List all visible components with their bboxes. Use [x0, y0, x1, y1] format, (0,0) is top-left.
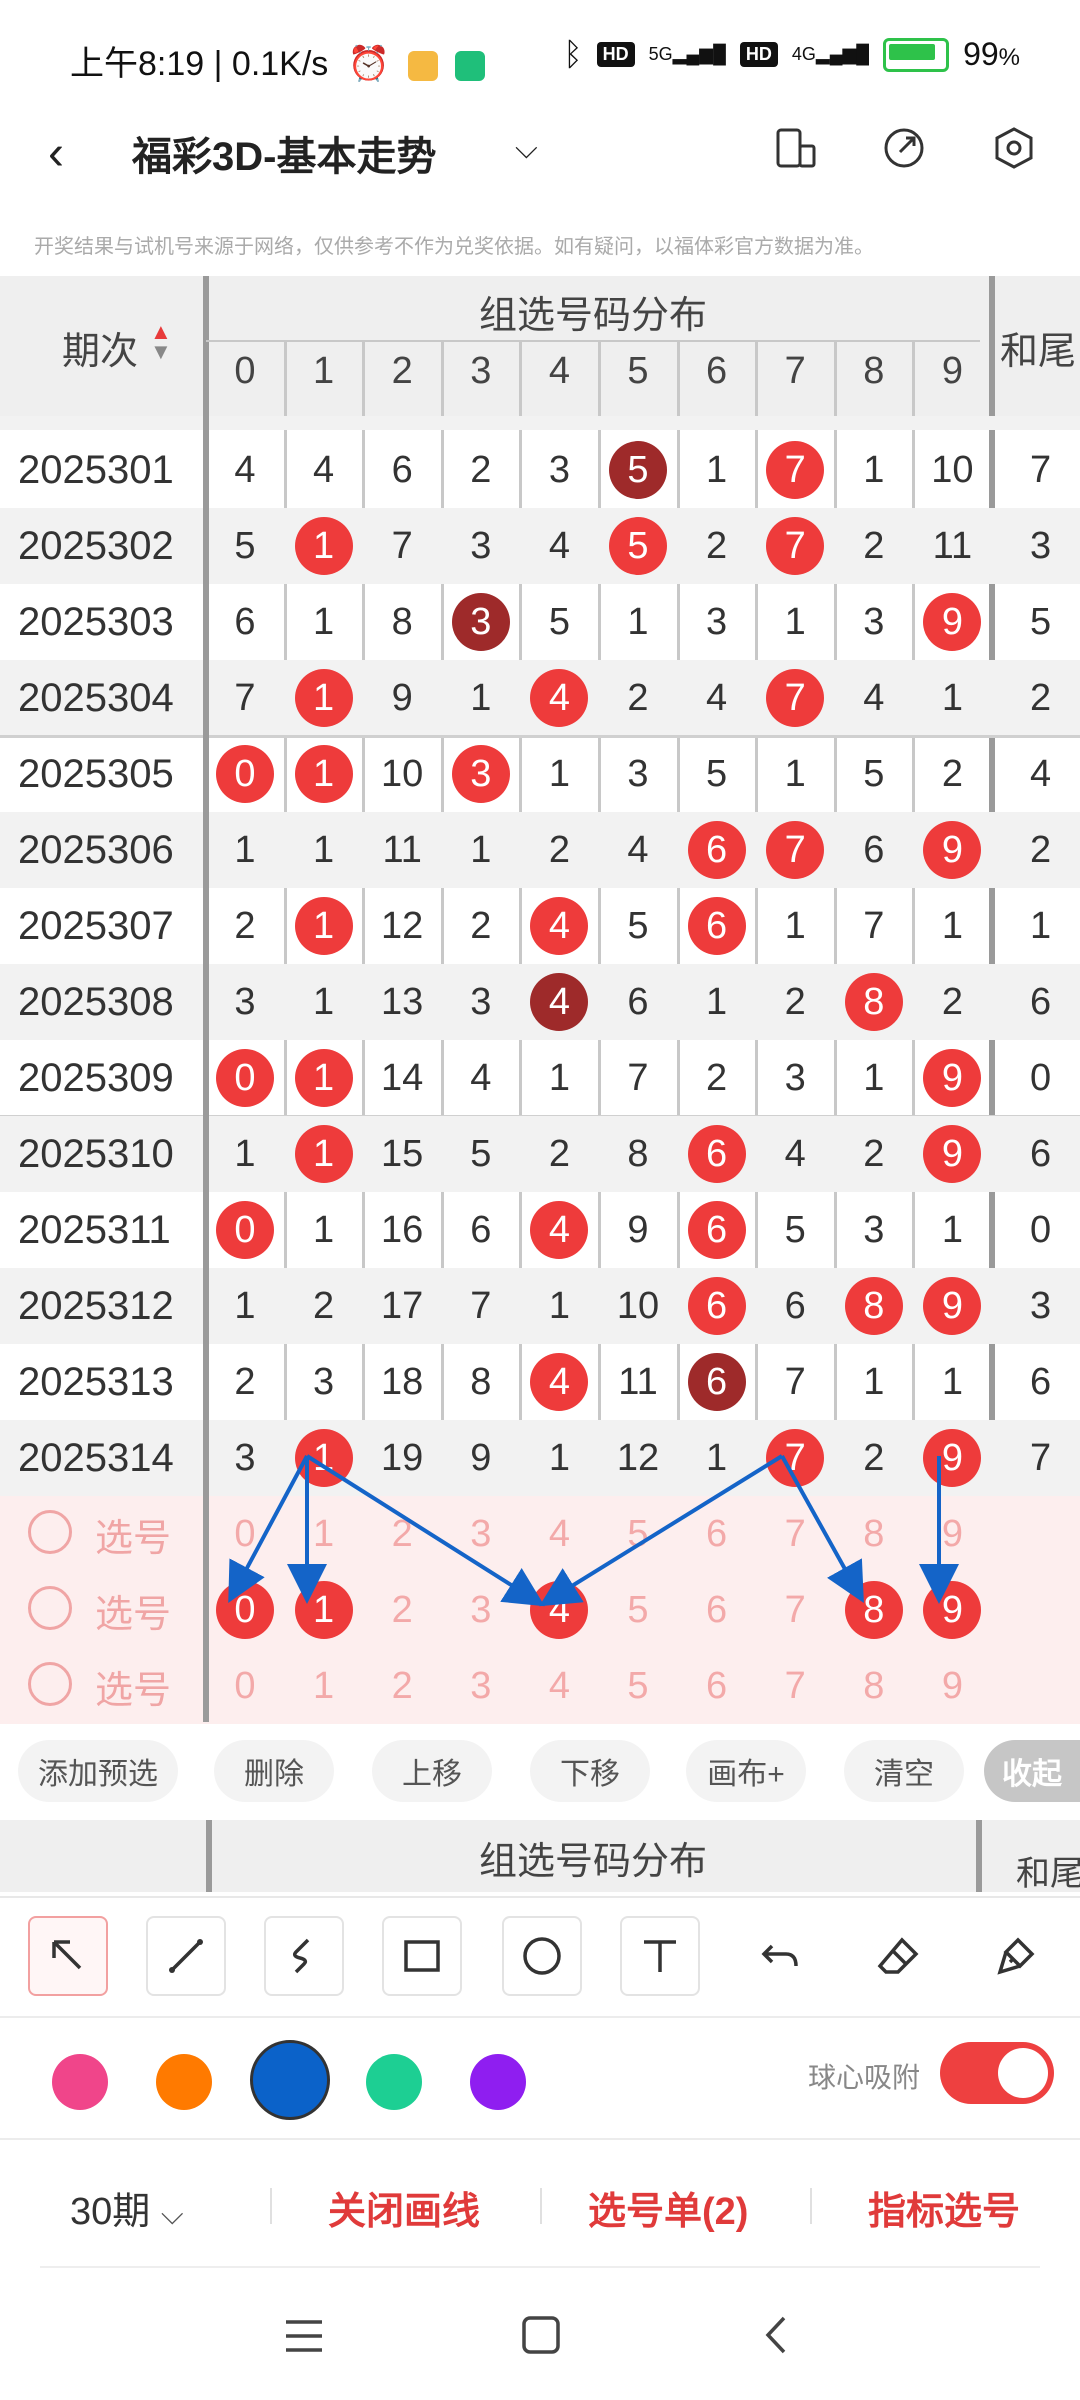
color-swatch-blue-selected[interactable] [250, 2040, 330, 2120]
text-tool-icon[interactable] [620, 1916, 700, 1996]
add-preselect-button[interactable]: 添加预选 [18, 1740, 178, 1802]
second-header-divider-left [206, 1820, 212, 1892]
color-swatch-green[interactable] [366, 2054, 422, 2110]
menu-icon[interactable] [282, 2316, 326, 2361]
color-swatch-purple[interactable] [470, 2054, 526, 2110]
second-header: 组选号码分布 和尾 [0, 1820, 1080, 1893]
clear-button[interactable]: 清空 [844, 1740, 964, 1802]
eraser-tool-icon[interactable] [858, 1916, 938, 1996]
separator [810, 2188, 812, 2224]
magnet-toggle[interactable] [940, 2042, 1054, 2104]
period-selector[interactable]: 30期 ⌵ [70, 2180, 184, 2235]
trend-line-7-8 [780, 1455, 864, 1603]
home-icon[interactable] [520, 2314, 562, 2361]
collapse-button[interactable]: 收起 [984, 1740, 1080, 1802]
delete-button[interactable]: 删除 [214, 1740, 334, 1802]
second-sum-title: 和尾 [1016, 1855, 1080, 1893]
move-up-button[interactable]: 上移 [372, 1740, 492, 1802]
chevron-down-icon: ⌵ [160, 2198, 184, 2231]
trend-line-7-4 [539, 1454, 784, 1607]
period-selector-label: 30期 [70, 2191, 151, 2233]
trend-line-1-0 [228, 1455, 309, 1604]
back-nav-icon[interactable] [762, 2314, 792, 2361]
circle-tool-icon[interactable] [502, 1916, 582, 1996]
separator [540, 2188, 542, 2224]
pointer-tool-icon[interactable] [28, 1916, 108, 1996]
system-nav-bar [0, 2276, 1080, 2400]
selection-list-button[interactable]: 选号单(2) [588, 2180, 748, 2235]
indicator-select-button[interactable]: 指标选号 [868, 2180, 1020, 2235]
trend-lines-overlay [228, 1454, 959, 1607]
color-swatch-pink[interactable] [52, 2054, 108, 2110]
canvas-plus-button[interactable]: 画布+ [686, 1740, 806, 1802]
rectangle-tool-icon[interactable] [382, 1916, 462, 1996]
curve-tool-icon[interactable] [264, 1916, 344, 1996]
move-down-button[interactable]: 下移 [530, 1740, 650, 1802]
separator [270, 2188, 272, 2224]
undo-tool-icon[interactable] [740, 1916, 820, 1996]
second-group-title: 组选号码分布 [478, 1841, 707, 1883]
magnet-label: 球心吸附 [808, 2062, 921, 2093]
color-swatch-orange[interactable] [156, 2054, 212, 2110]
line-tool-icon[interactable] [146, 1916, 226, 1996]
trend-line-1-4 [305, 1454, 545, 1607]
close-drawing-button[interactable]: 关闭画线 [328, 2180, 480, 2235]
bottom-divider [40, 2266, 1040, 2268]
second-header-divider-right [976, 1820, 982, 1892]
brush-clear-tool-icon[interactable] [976, 1916, 1056, 1996]
